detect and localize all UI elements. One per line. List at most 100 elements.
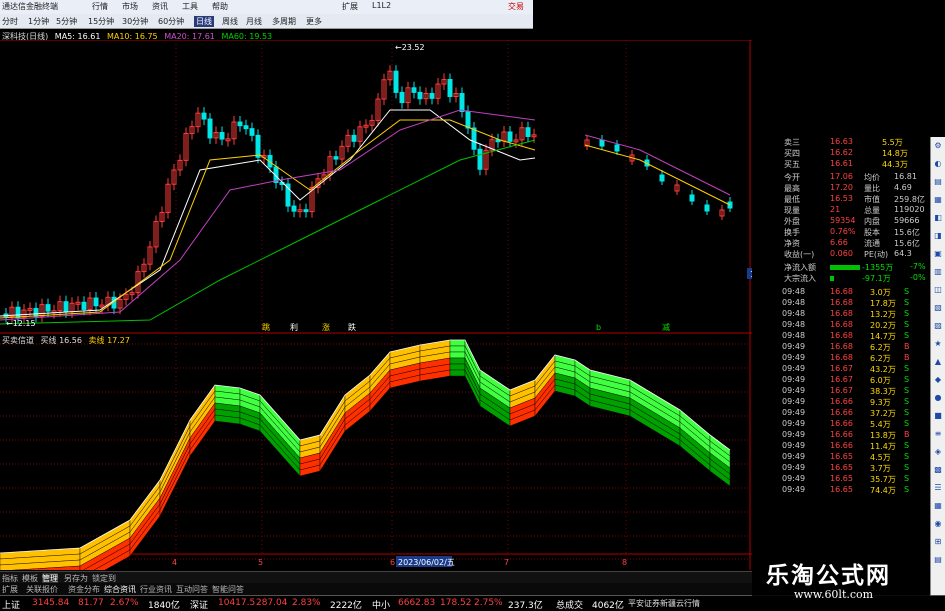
quote-key: 换手	[784, 228, 800, 237]
panel-right-icon[interactable]: ◨	[933, 231, 943, 241]
candle-body	[704, 204, 710, 212]
quote-key: 今开	[784, 173, 800, 182]
chart-area[interactable]: 19.0018.0017.0016.0013.7722.0021.0020.00…	[0, 40, 752, 570]
period-tab[interactable]: 60分钟	[158, 16, 184, 27]
quote-key: 内盘	[864, 217, 880, 226]
tick-row: 09:49 16.67 6.0万 S	[752, 375, 930, 386]
tab-news[interactable]: 综合资讯	[104, 584, 136, 595]
tick-time: 09:49	[782, 419, 806, 428]
index-name[interactable]: 中小	[372, 598, 390, 611]
menu-icon[interactable]: ≡	[933, 429, 943, 439]
tab-extend[interactable]: 扩展	[2, 584, 18, 595]
record-icon[interactable]: ◉	[933, 519, 943, 529]
tick-price: 16.67	[830, 375, 853, 384]
square-icon[interactable]: ■	[933, 411, 943, 421]
quote-row: 净资 6.66 流通 15.6亿	[752, 238, 930, 249]
candle-body	[477, 148, 483, 170]
tick-time: 09:48	[782, 298, 806, 307]
target-icon[interactable]: ◈	[933, 447, 943, 457]
quote-value: 15.6亿	[894, 228, 920, 237]
doc-icon[interactable]: ▤	[933, 555, 943, 565]
settings-icon[interactable]: ⚙	[933, 141, 943, 151]
quote-key: 净资	[784, 239, 800, 248]
period-tab-selected[interactable]: 日线	[194, 16, 214, 27]
quote-row: 今开 17.06 均价 16.81	[752, 172, 930, 183]
menu-quote[interactable]: 行情	[92, 1, 108, 12]
list-alt-icon[interactable]: ☰	[933, 483, 943, 493]
period-tab[interactable]: 30分钟	[122, 16, 148, 27]
split-icon[interactable]: ◫	[933, 285, 943, 295]
ma5-line	[0, 109, 536, 317]
quote-key: 收益(一)	[784, 250, 815, 259]
diag-icon[interactable]: ▧	[933, 303, 943, 313]
star-icon[interactable]: ★	[933, 339, 943, 349]
candle-body	[93, 297, 99, 307]
index-amount: 2222亿	[330, 601, 362, 611]
pattern-icon[interactable]: ▩	[933, 465, 943, 475]
menu-news[interactable]: 资讯	[152, 1, 168, 12]
tick-volume: 11.4万	[870, 442, 896, 451]
tick-volume: 5.4万	[870, 420, 891, 429]
tick-volume: 3.0万	[870, 288, 891, 297]
theme-icon[interactable]: ◐	[933, 159, 943, 169]
quote-row: 收益(一) 0.060 PE(动) 64.3	[752, 249, 930, 260]
menu-tools[interactable]: 工具	[182, 1, 198, 12]
index-name[interactable]: 深证	[190, 598, 208, 611]
period-tab[interactable]: 周线	[222, 16, 238, 27]
menu-market[interactable]: 市场	[122, 1, 138, 12]
candle-body	[255, 134, 261, 158]
tick-price: 16.66	[830, 441, 853, 450]
box-icon[interactable]: ▣	[933, 249, 943, 259]
quote-row: 外盘 59354 内盘 59666	[752, 216, 930, 227]
period-tab[interactable]: 15分钟	[88, 16, 114, 27]
menu-extend[interactable]: 扩展	[342, 1, 358, 12]
expand-icon[interactable]: ⊞	[933, 537, 943, 547]
period-tab[interactable]: 1分钟	[28, 16, 49, 27]
table-icon[interactable]: ▦	[933, 501, 943, 511]
total-turnover-value: 4062亿	[592, 601, 624, 611]
tick-time: 09:49	[782, 342, 806, 351]
menu-l1l2[interactable]: L1L2	[372, 1, 391, 10]
tick-row: 09:49 16.66 5.4万 S	[752, 419, 930, 430]
tick-side: S	[904, 331, 910, 340]
tab-related-quote[interactable]: 关联报价	[26, 584, 58, 595]
candle-body	[45, 304, 51, 312]
grid-icon[interactable]: ▦	[933, 195, 943, 205]
tick-volume: 13.2万	[870, 310, 896, 319]
tab-qa[interactable]: 互动问答	[176, 584, 208, 595]
column-icon[interactable]: ▥	[933, 267, 943, 277]
candle-body	[459, 93, 465, 113]
period-tab[interactable]: 月线	[246, 16, 262, 27]
total-turnover-label: 总成交	[556, 601, 584, 611]
period-tab[interactable]: 多周期	[272, 16, 296, 27]
dot-icon[interactable]: ●	[933, 393, 943, 403]
quote-key: 股本	[864, 228, 880, 237]
index-name[interactable]: 上证	[2, 598, 20, 611]
list-icon[interactable]: ▤	[933, 177, 943, 187]
signal-marker: 跌	[348, 322, 356, 332]
period-tab[interactable]: 更多	[306, 16, 322, 27]
period-tab[interactable]: 5分钟	[56, 16, 77, 27]
arrow-up-icon[interactable]: ▲	[933, 357, 943, 367]
menu-help[interactable]: 帮助	[212, 1, 228, 12]
order-label: 卖三	[784, 138, 800, 147]
quote-key: 最高	[784, 184, 800, 193]
tab-smart-qa[interactable]: 智能问答	[212, 584, 244, 595]
ma20-line	[0, 109, 536, 321]
trade-button[interactable]: 交易	[508, 1, 524, 12]
tick-side: S	[904, 485, 910, 494]
sub-indicator-info: 买卖信道 买线 16.56 卖线 17.27	[2, 335, 130, 346]
period-tab[interactable]: 分时	[2, 16, 18, 27]
order-price: 16.61	[830, 159, 853, 168]
quote-row: 最高 17.20 量比 4.69	[752, 183, 930, 194]
quote-value: 21	[830, 205, 841, 214]
broker-name: 平安证券新疆云行情	[628, 599, 700, 608]
diamond-icon[interactable]: ◆	[933, 375, 943, 385]
quote-value: 17.06	[830, 172, 853, 181]
panel-left-icon[interactable]: ◧	[933, 213, 943, 223]
tab-fund-distribution[interactable]: 资金分布	[68, 584, 100, 595]
tab-industry-news[interactable]: 行业资讯	[140, 584, 172, 595]
channel-band	[449, 345, 466, 353]
tick-volume: 6.2万	[870, 343, 891, 352]
hatch-icon[interactable]: ▨	[933, 321, 943, 331]
